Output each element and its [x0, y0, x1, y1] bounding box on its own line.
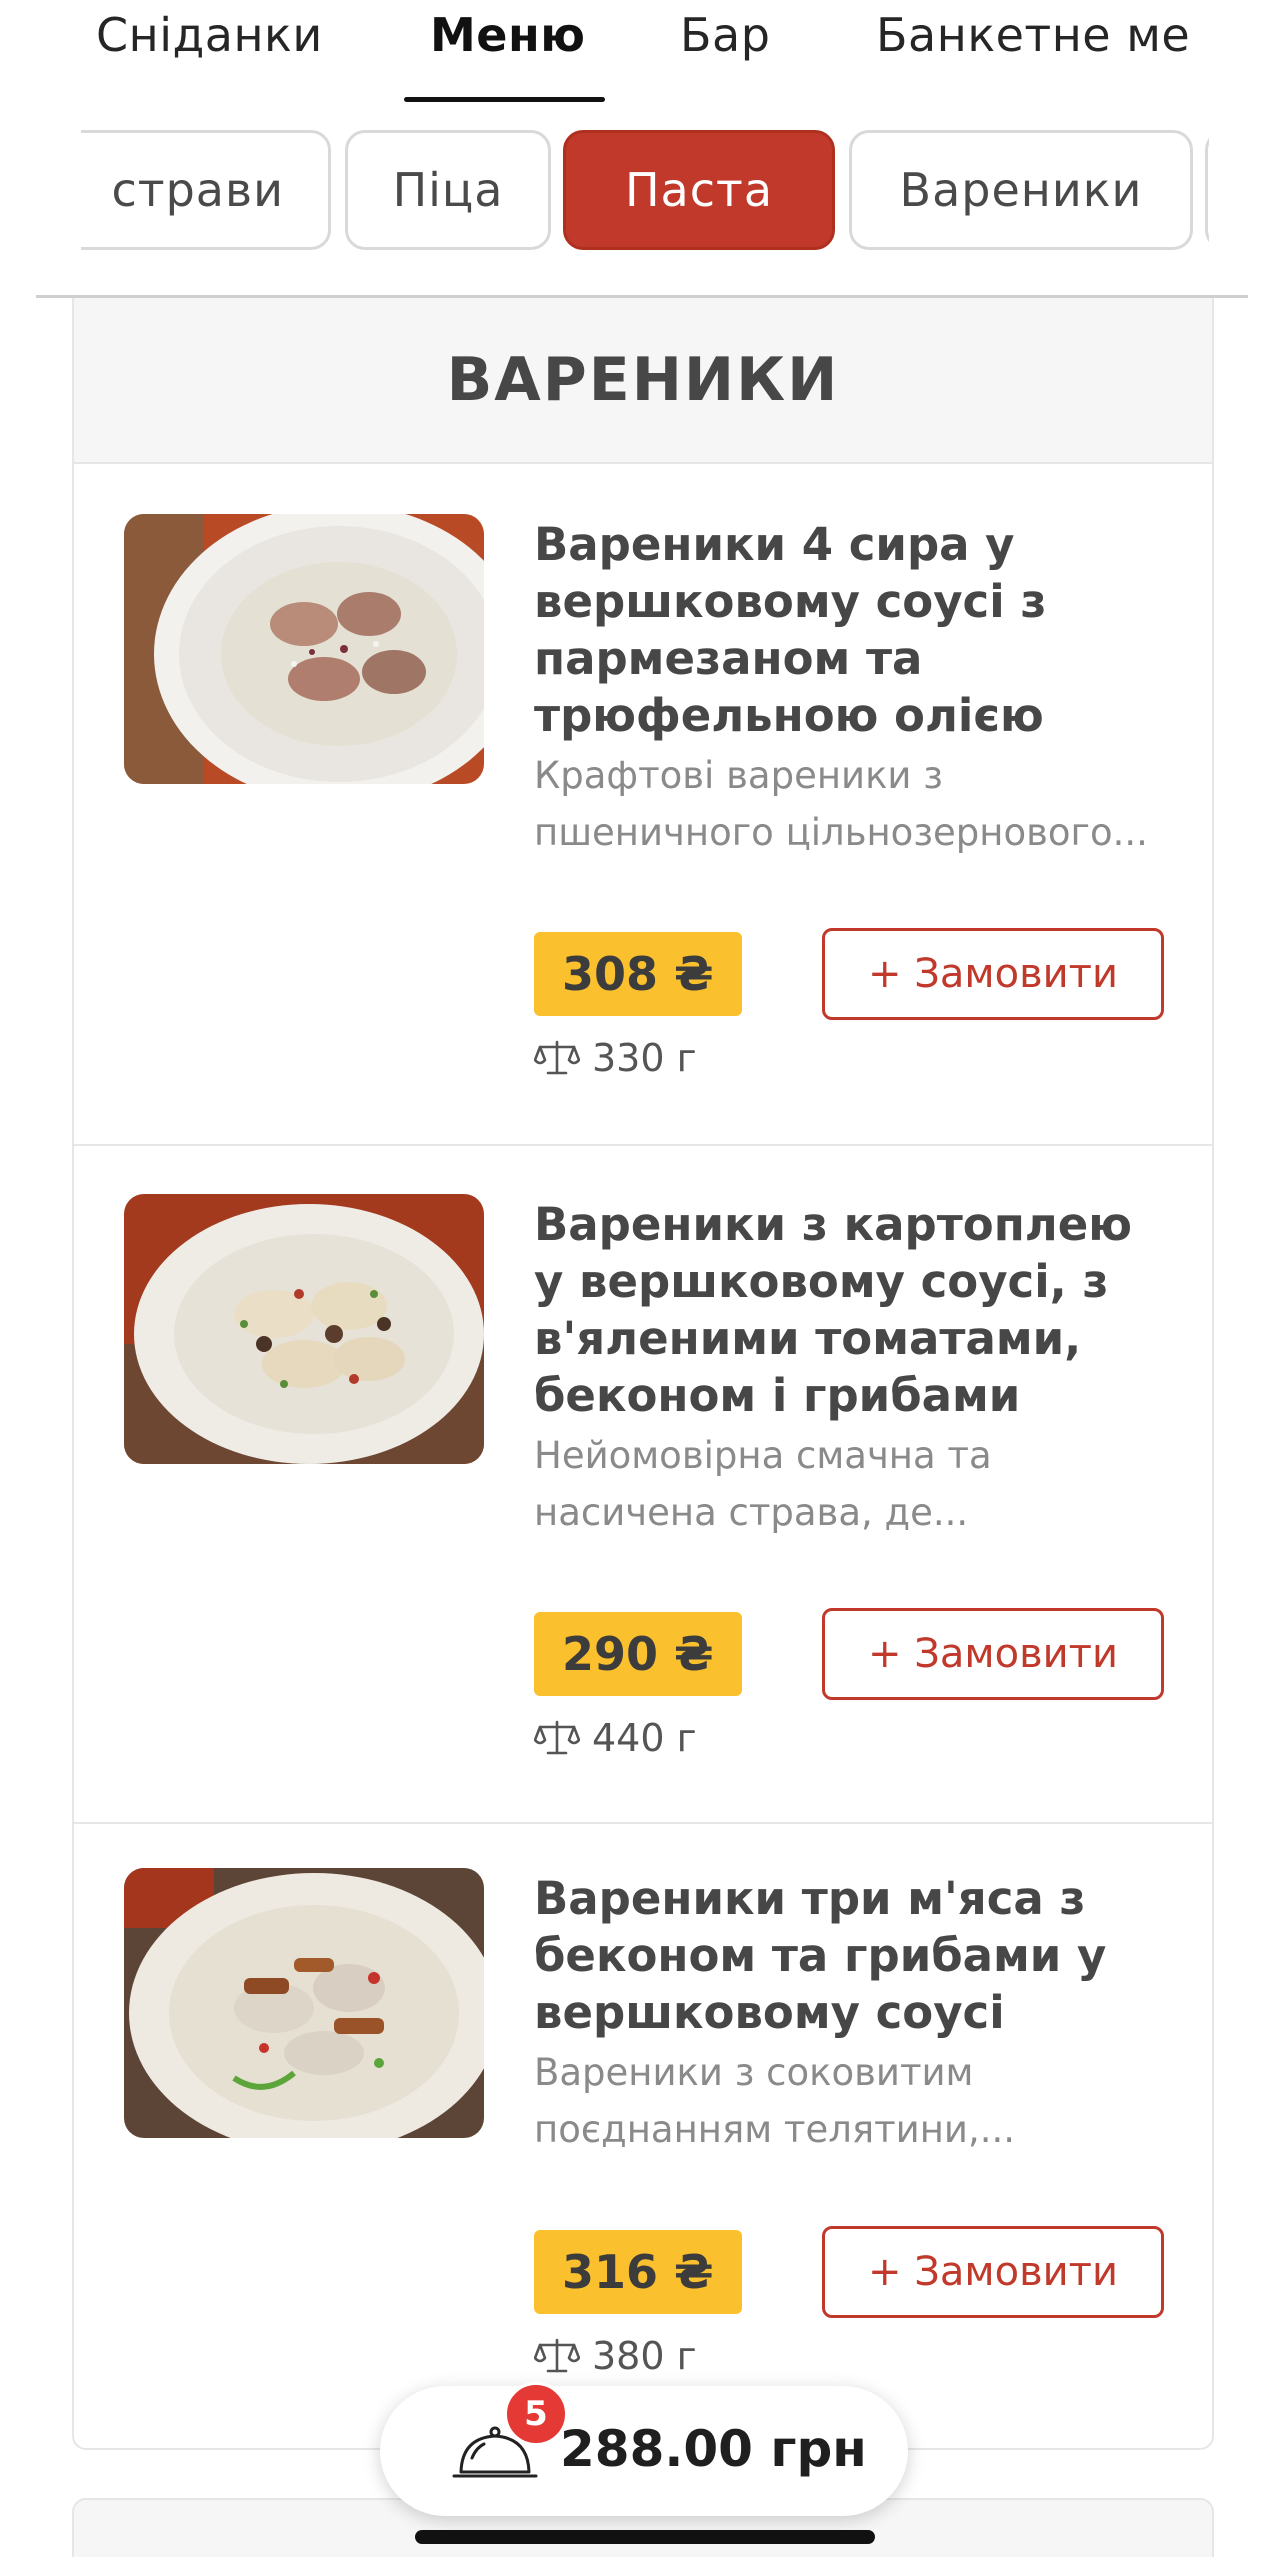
home-indicator: [415, 2530, 875, 2544]
cart-button[interactable]: 5 288.00 грн: [380, 2382, 908, 2516]
dish-title-line: Вареники 4 сира у: [534, 518, 1015, 571]
price-badge: 290 ₴: [534, 1612, 742, 1696]
dish-title-line: Вареники три м'яса з: [534, 1872, 1086, 1925]
tab-banquet-menu[interactable]: Банкетне ме: [876, 8, 1190, 62]
active-tab-underline: [404, 97, 605, 102]
dish-weight: 330 г: [534, 1036, 697, 1080]
dish-photo[interactable]: [124, 1194, 484, 1464]
scale-icon: [534, 2338, 580, 2373]
dish-description-line: Вареники з соковитим: [534, 2051, 974, 2094]
top-tabs: Сніданки Меню Бар Банкетне ме: [0, 0, 1284, 106]
cart-total: 288.00 грн: [560, 2420, 867, 2478]
tabs-fade: [1212, 0, 1284, 106]
dish-photo[interactable]: [124, 514, 484, 784]
tab-menu[interactable]: Меню: [430, 8, 585, 62]
dish-description: Нейомовірна смачна та насичена страва, д…: [534, 1427, 1184, 1541]
dish-description: Крафтові вареники з пшеничного цільнозер…: [534, 747, 1184, 861]
chip-vareniki[interactable]: Вареники: [849, 130, 1193, 250]
category-chips: страви Піца Паста Вареники: [81, 128, 1209, 256]
dish-weight-value: 380 г: [592, 2334, 697, 2378]
scale-icon: [534, 1040, 580, 1075]
scale-icon: [534, 1720, 580, 1755]
price-badge: 308 ₴: [534, 932, 742, 1016]
dish-weight: 440 г: [534, 1716, 697, 1760]
dish-title-line: пармезаном та: [534, 632, 923, 685]
dish-description-line: Нейомовірна смачна та: [534, 1434, 992, 1477]
order-button[interactable]: + Замовити: [822, 1608, 1164, 1700]
price-badge: 316 ₴: [534, 2230, 742, 2314]
dish-weight-value: 440 г: [592, 1716, 697, 1760]
dish-description: Вареники з соковитим поєднанням телятини…: [534, 2044, 1184, 2158]
dish-title-line: у вершковому соусі, з: [534, 1255, 1109, 1308]
section-header: ВАРЕНИКИ: [74, 298, 1212, 464]
dish-title-line: вершковому соусі: [534, 1986, 1005, 2039]
chip-pizza[interactable]: Піца: [345, 130, 551, 250]
dish-title[interactable]: Вареники з картоплею у вершковому соусі,…: [534, 1196, 1184, 1424]
dish-title-line: вершковому соусі з: [534, 575, 1047, 628]
dish-description-line: Крафтові вареники з: [534, 754, 943, 797]
dish-description-line: насичена страва, де...: [534, 1491, 969, 1534]
dish-title[interactable]: Вареники 4 сира у вершковому соусі з пар…: [534, 516, 1184, 744]
dish-title-line: беконом і грибами: [534, 1369, 1021, 1422]
chip-pasta[interactable]: Паста: [563, 130, 835, 250]
order-button[interactable]: + Замовити: [822, 2226, 1164, 2318]
dish-weight: 380 г: [534, 2334, 697, 2378]
menu-item[interactable]: Вареники з картоплею у вершковому соусі,…: [74, 1146, 1212, 1826]
dish-weight-value: 330 г: [592, 1036, 697, 1080]
cart-count-badge: 5: [504, 2382, 568, 2446]
dish-title[interactable]: Вареники три м'яса з беконом та грибами …: [534, 1870, 1184, 2041]
dish-photo[interactable]: [124, 1868, 484, 2138]
menu-item[interactable]: Вареники три м'яса з беконом та грибами …: [74, 1824, 1212, 2444]
dish-title-line: беконом та грибами у: [534, 1929, 1107, 1982]
menu-item[interactable]: Вареники 4 сира у вершковому соусі з пар…: [74, 464, 1212, 1144]
dish-photo-image: [124, 1868, 484, 2138]
chip-next[interactable]: [1205, 130, 1209, 250]
dish-description-line: поєднанням телятини,...: [534, 2108, 1015, 2151]
dish-description-line: пшеничного цільнозернового...: [534, 811, 1148, 854]
tab-breakfast[interactable]: Сніданки: [96, 8, 323, 62]
chip-dishes[interactable]: страви: [81, 130, 331, 250]
dish-title-line: трюфельною олією: [534, 689, 1044, 742]
dish-photo-image: [124, 1194, 484, 1464]
order-button[interactable]: + Замовити: [822, 928, 1164, 1020]
tab-bar[interactable]: Бар: [680, 8, 770, 62]
dish-title-line: Вареники з картоплею: [534, 1198, 1133, 1251]
section-title: ВАРЕНИКИ: [446, 345, 840, 415]
dish-title-line: в'яленими томатами,: [534, 1312, 1082, 1365]
menu-section-card: ВАРЕНИКИ Вареники 4 сира у вершковому со…: [72, 298, 1214, 2450]
dish-photo-image: [124, 514, 484, 784]
